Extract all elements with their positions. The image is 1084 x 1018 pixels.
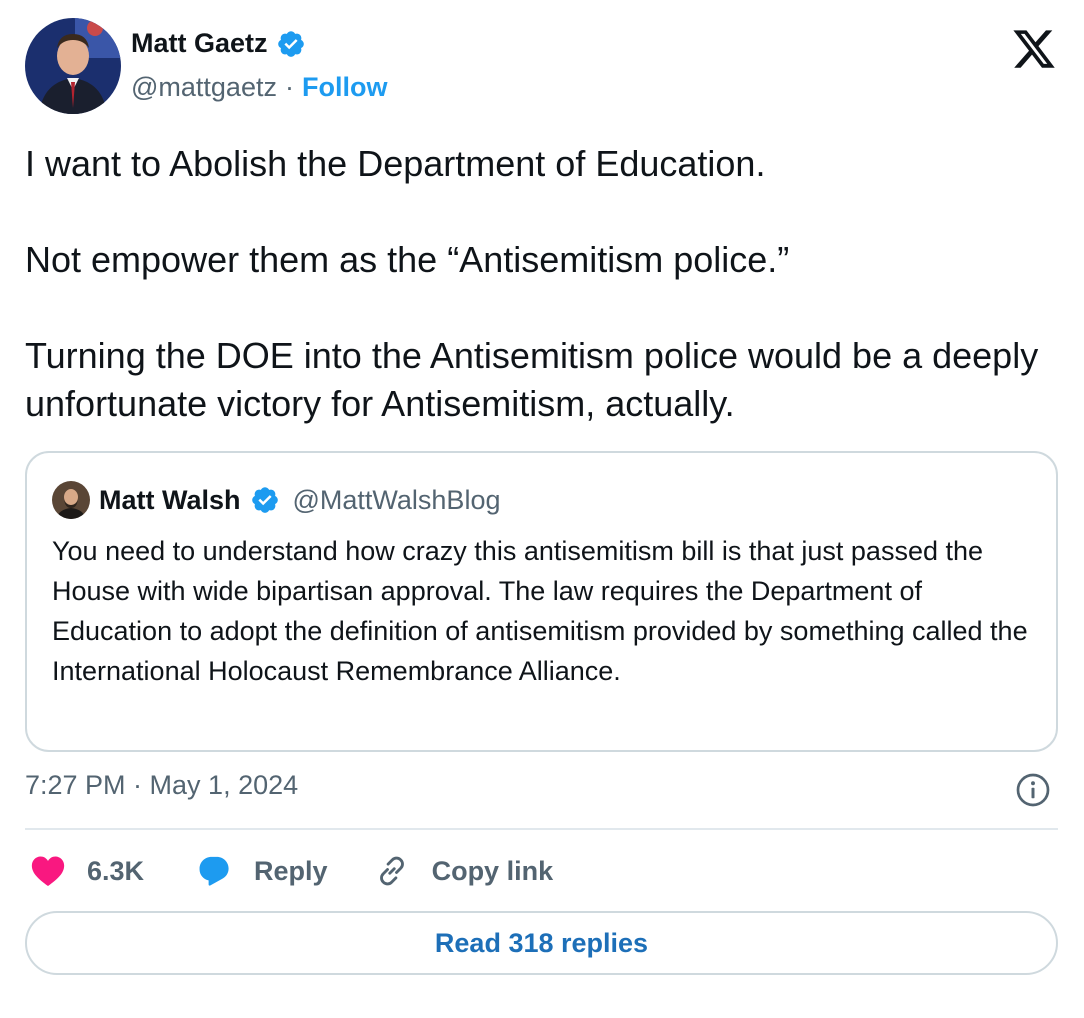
verified-badge-icon (251, 487, 278, 513)
quoted-author-handle: @MattWalshBlog (292, 484, 501, 515)
author-handle[interactable]: @mattgaetz (131, 72, 277, 103)
read-replies-button[interactable]: Read 318 replies (25, 911, 1058, 975)
copy-link-label: Copy link (431, 855, 554, 886)
info-icon[interactable] (1015, 772, 1051, 808)
tweet-paragraph: Not empower them as the “Antisemitism po… (25, 239, 790, 280)
quoted-tweet-text: You need to understand how crazy this an… (52, 536, 1028, 686)
reply-label: Reply (254, 855, 328, 886)
link-icon (379, 856, 404, 886)
quoted-author-avatar (52, 481, 90, 519)
tweet-header: Matt Gaetz @mattgaetz · Follow (25, 18, 1059, 114)
tweet-timestamp[interactable]: 7:27 PM · May 1, 2024 (25, 770, 298, 801)
follow-button[interactable]: Follow (302, 72, 387, 103)
like-count: 6.3K (87, 855, 145, 886)
copy-link-button[interactable]: Copy link (374, 853, 554, 889)
author-avatar[interactable] (25, 18, 121, 114)
tweet-actions: 6.3K Reply Copy link (25, 848, 553, 894)
author-name[interactable]: Matt Gaetz (131, 28, 268, 59)
tweet-text: I want to Abolish the Department of Educ… (25, 140, 1059, 428)
author-handle-row: @mattgaetz · Follow (131, 72, 387, 103)
author-name-row: Matt Gaetz (131, 28, 306, 59)
reply-bubble-icon (199, 856, 229, 886)
divider (25, 828, 1058, 830)
separator-dot: · (284, 72, 294, 102)
reply-button[interactable]: Reply (196, 854, 328, 888)
quoted-tweet-card[interactable]: Matt Walsh @MattWalshBlog You need to un… (25, 451, 1058, 752)
like-button[interactable]: 6.3K (31, 855, 144, 887)
tweet-paragraph: I want to Abolish the Department of Educ… (25, 143, 766, 184)
x-logo-icon[interactable] (1009, 26, 1059, 72)
quoted-tweet-header: Matt Walsh @MattWalshBlog (52, 481, 500, 519)
verified-badge-icon (277, 30, 304, 57)
quoted-author-name: Matt Walsh (99, 484, 241, 515)
heart-icon (31, 856, 65, 887)
tweet-paragraph: Turning the DOE into the Antisemitism po… (25, 335, 1039, 424)
